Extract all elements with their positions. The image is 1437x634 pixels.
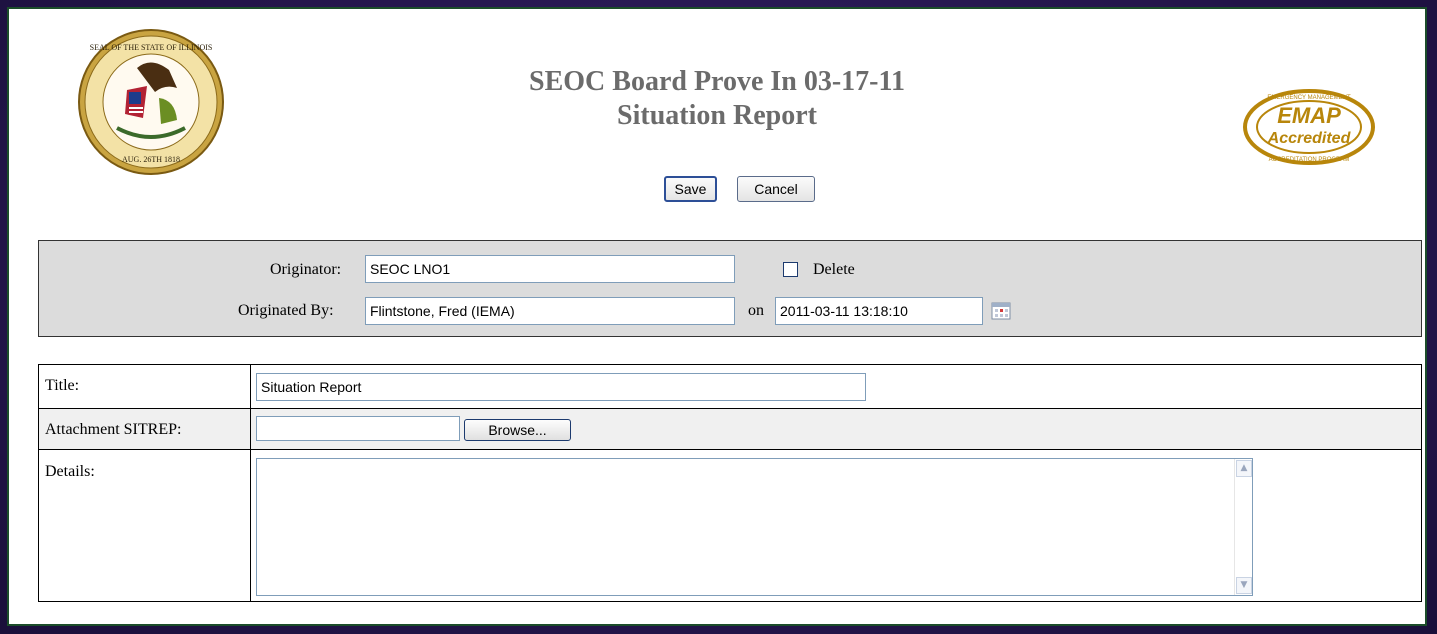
details-row: Details: ▲ ▼ [39, 450, 1421, 601]
attachment-label: Attachment SITREP: [45, 421, 182, 438]
originator-input[interactable]: SEOC LNO1 [365, 255, 735, 283]
details-scrollbar[interactable]: ▲ ▼ [1234, 459, 1252, 595]
title-label: Title: [45, 377, 80, 394]
emap-accredited-logo: EMAP Accredited EMERGENCY MANAGEMENT ACC… [1243, 89, 1375, 165]
attachment-row: Attachment SITREP: Browse... [39, 409, 1421, 450]
svg-text:EMERGENCY MANAGEMENT: EMERGENCY MANAGEMENT [1267, 95, 1351, 101]
details-textarea[interactable]: ▲ ▼ [256, 458, 1253, 596]
cancel-button[interactable]: Cancel [737, 176, 815, 202]
scroll-up-icon[interactable]: ▲ [1236, 460, 1252, 477]
title-input[interactable]: Situation Report [256, 373, 866, 401]
originator-label: Originator: [270, 261, 342, 278]
svg-text:ACCREDITATION PROGRAM: ACCREDITATION PROGRAM [1269, 157, 1350, 163]
originator-panel: Originator: SEOC LNO1 Delete Originated … [38, 240, 1422, 337]
title-line-1: SEOC Board Prove In 03-17-11 [529, 66, 905, 97]
attachment-file-input[interactable] [256, 416, 460, 441]
originated-by-label: Originated By: [238, 302, 334, 319]
title-row: Title: Situation Report [39, 365, 1421, 409]
report-form-table: Title: Situation Report Attachment SITRE… [38, 364, 1422, 602]
page-title: SEOC Board Prove In 03-17-11 Situation R… [9, 65, 1425, 133]
delete-label: Delete [813, 261, 855, 278]
browse-button[interactable]: Browse... [464, 419, 571, 441]
delete-checkbox[interactable] [783, 262, 798, 277]
svg-text:SEAL OF THE STATE OF ILLINOIS: SEAL OF THE STATE OF ILLINOIS [90, 43, 213, 52]
calendar-icon[interactable] [991, 302, 1011, 320]
on-label: on [748, 302, 764, 319]
svg-text:AUG. 26TH 1818: AUG. 26TH 1818 [122, 155, 180, 164]
svg-text:EMAP: EMAP [1277, 103, 1341, 128]
scroll-down-icon[interactable]: ▼ [1236, 577, 1252, 594]
svg-text:Accredited: Accredited [1267, 130, 1352, 147]
save-button[interactable]: Save [664, 176, 717, 202]
date-input[interactable]: 2011-03-11 13:18:10 [775, 297, 983, 325]
column-divider [250, 365, 251, 601]
originated-by-input[interactable]: Flintstone, Fred (IEMA) [365, 297, 735, 325]
title-line-2: Situation Report [617, 100, 817, 131]
details-label: Details: [45, 463, 95, 480]
